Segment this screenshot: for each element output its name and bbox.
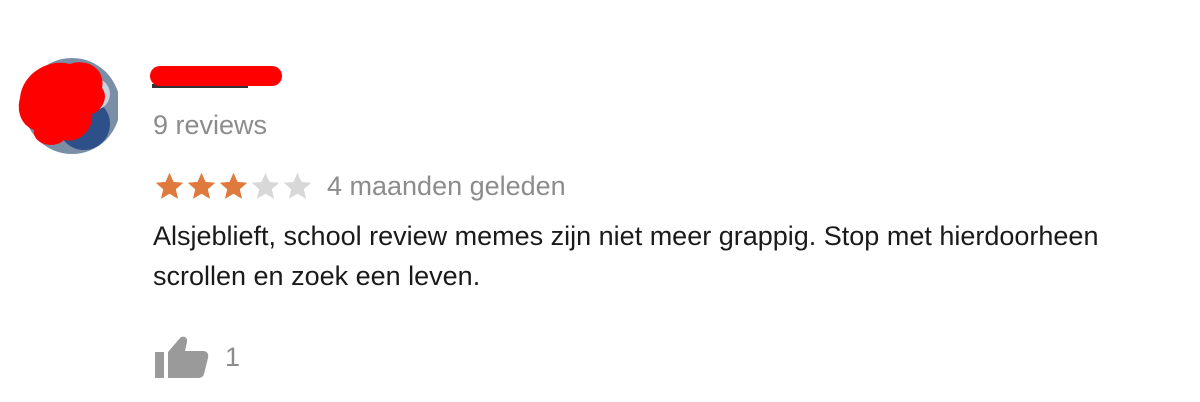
review-text: Alsjeblieft, school review memes zijn ni… — [153, 221, 1099, 291]
star-empty-icon — [281, 170, 314, 203]
star-rating — [153, 170, 313, 203]
review-time: 4 maanden geleden — [327, 171, 566, 201]
reviewer-review-count[interactable]: 9 reviews — [153, 108, 267, 142]
avatar[interactable] — [14, 54, 118, 156]
star-filled-icon — [217, 170, 250, 203]
review-actions: 1 — [153, 334, 240, 380]
star-filled-icon — [153, 170, 186, 203]
star-empty-icon — [249, 170, 282, 203]
star-filled-icon — [185, 170, 218, 203]
thumbs-up-icon[interactable] — [153, 334, 209, 380]
redacted-reviewer-name — [150, 66, 282, 88]
rating-row: 4 maanden geleden — [153, 168, 566, 204]
like-count: 1 — [225, 342, 241, 372]
review-card: 9 reviews 4 maanden geleden Alsjeblieft,… — [0, 0, 1200, 402]
